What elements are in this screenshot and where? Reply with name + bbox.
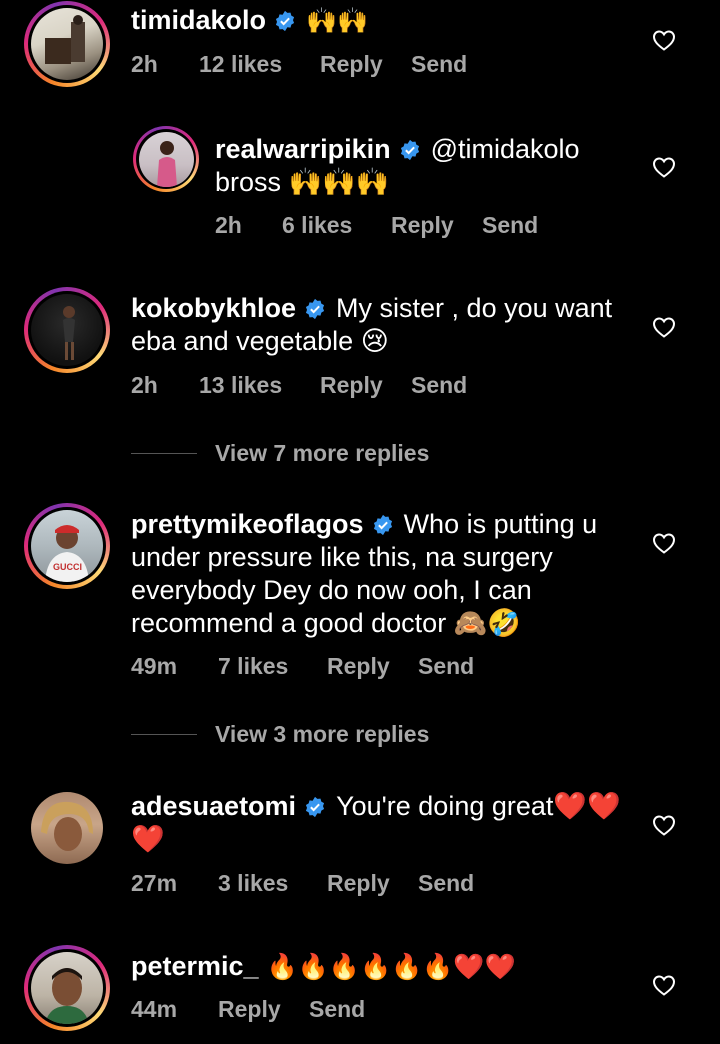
comment-time: 27m bbox=[131, 870, 178, 896]
comment-body: petermic_ 🔥🔥🔥🔥🔥🔥❤️❤️ bbox=[131, 950, 631, 983]
comment-body: adesuaetomi You're doing great❤️❤️❤️ bbox=[131, 790, 631, 856]
comment-meta: 27m 3 likes Reply Send bbox=[131, 870, 474, 897]
username[interactable]: adesuaetomi bbox=[131, 791, 296, 821]
reply-button[interactable]: Reply bbox=[391, 212, 482, 239]
likes-count[interactable]: 7 likes bbox=[218, 653, 327, 680]
heart-outline-icon[interactable] bbox=[652, 532, 676, 554]
view-more-label[interactable]: View 7 more replies bbox=[215, 440, 429, 467]
comment-meta: 44m Reply Send bbox=[131, 996, 365, 1023]
view-more-replies-button[interactable]: View 7 more replies bbox=[131, 440, 429, 467]
comment-time: 44m bbox=[131, 996, 178, 1022]
heart-outline-icon[interactable] bbox=[652, 974, 676, 996]
comment-time: 2h bbox=[215, 212, 242, 238]
comment-meta: 2h 6 likes Reply Send bbox=[215, 212, 538, 239]
reply-button[interactable]: Reply bbox=[327, 653, 418, 680]
avatar-timidakolo[interactable] bbox=[24, 1, 110, 87]
send-button[interactable]: Send bbox=[411, 51, 467, 78]
likes-count[interactable]: 12 likes bbox=[199, 51, 320, 78]
likes-count[interactable]: 3 likes bbox=[218, 870, 327, 897]
heart-outline-icon[interactable] bbox=[652, 29, 676, 51]
avatar-adesuaetomi[interactable] bbox=[24, 785, 110, 871]
comment-text: bross 🙌🙌🙌 bbox=[215, 167, 390, 197]
likes-count[interactable]: 6 likes bbox=[282, 212, 391, 239]
heart-outline-icon[interactable] bbox=[652, 156, 676, 178]
send-button[interactable]: Send bbox=[411, 372, 467, 399]
reply-button[interactable]: Reply bbox=[218, 996, 309, 1023]
send-button[interactable]: Send bbox=[309, 996, 365, 1023]
verified-badge-icon bbox=[373, 514, 392, 536]
avatar-kokobykhloe[interactable] bbox=[24, 287, 110, 373]
heart-outline-icon[interactable] bbox=[652, 814, 676, 836]
reply-button[interactable]: Reply bbox=[320, 372, 411, 399]
comment-meta: 2h 13 likes Reply Send bbox=[131, 372, 467, 399]
comment-text: 🙌🙌 bbox=[306, 6, 369, 35]
comment-meta: 49m 7 likes Reply Send bbox=[131, 653, 474, 680]
svg-text:GUCCI: GUCCI bbox=[53, 562, 82, 572]
comment-text: 🔥🔥🔥🔥🔥🔥❤️❤️ bbox=[266, 952, 516, 981]
username[interactable]: kokobykhloe bbox=[131, 293, 296, 323]
verified-badge-icon bbox=[275, 10, 295, 32]
comment-body: timidakolo 🙌🙌 bbox=[131, 4, 631, 37]
view-more-label[interactable]: View 3 more replies bbox=[215, 721, 429, 748]
username[interactable]: timidakolo bbox=[131, 5, 266, 35]
send-button[interactable]: Send bbox=[482, 212, 538, 239]
avatar-petermic[interactable] bbox=[24, 945, 110, 1031]
comment-body: prettymikeoflagos Who is putting u under … bbox=[131, 508, 631, 640]
comment-body: kokobykhloe My sister , do you want eba a… bbox=[131, 292, 631, 358]
comment-body: realwarripikin @timidakolo bross 🙌🙌🙌 bbox=[215, 133, 605, 199]
divider-line bbox=[131, 453, 197, 454]
send-button[interactable]: Send bbox=[418, 870, 474, 897]
avatar-prettymikeoflagos[interactable]: GUCCI bbox=[24, 503, 110, 589]
comments-list: timidakolo 🙌🙌 2h 12 likes Reply Send realwar… bbox=[0, 0, 720, 1044]
send-button[interactable]: Send bbox=[418, 653, 474, 680]
reply-button[interactable]: Reply bbox=[320, 51, 411, 78]
username[interactable]: realwarripikin bbox=[215, 134, 391, 164]
comment-meta: 2h 12 likes Reply Send bbox=[131, 51, 467, 78]
verified-badge-icon bbox=[400, 139, 419, 161]
heart-outline-icon[interactable] bbox=[652, 316, 676, 338]
reply-button[interactable]: Reply bbox=[327, 870, 418, 897]
view-more-replies-button[interactable]: View 3 more replies bbox=[131, 721, 429, 748]
comment-time: 49m bbox=[131, 653, 178, 679]
username[interactable]: prettymikeoflagos bbox=[131, 509, 364, 539]
divider-line bbox=[131, 734, 197, 735]
verified-badge-icon bbox=[305, 796, 325, 818]
comment-time: 2h bbox=[131, 372, 158, 398]
avatar-realwarripikin[interactable] bbox=[133, 126, 199, 192]
likes-count[interactable]: 13 likes bbox=[199, 372, 320, 399]
mention-link[interactable]: @timidakolo bbox=[431, 134, 580, 164]
username[interactable]: petermic_ bbox=[131, 951, 259, 981]
verified-badge-icon bbox=[305, 298, 325, 320]
comment-time: 2h bbox=[131, 51, 158, 77]
